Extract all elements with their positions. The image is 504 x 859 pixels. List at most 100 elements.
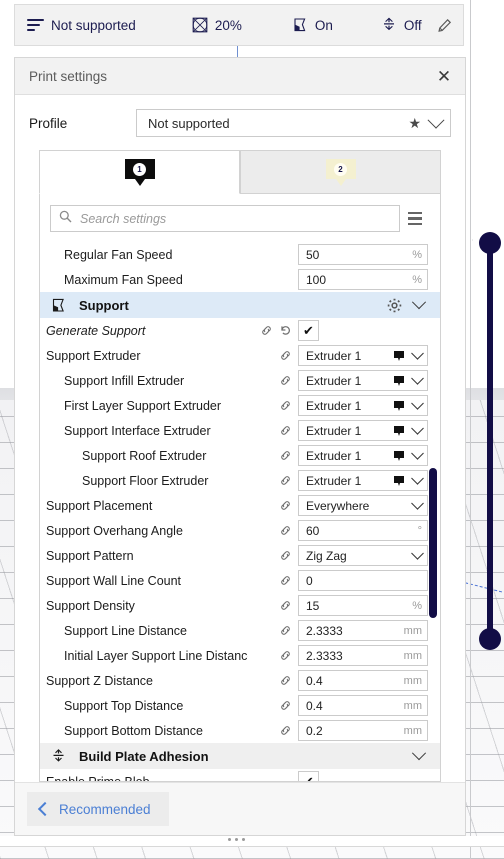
recommended-button[interactable]: Recommended — [27, 792, 169, 826]
setting-input[interactable]: 2.3333 mm — [298, 620, 428, 641]
tab-custom-settings[interactable]: 1 — [39, 150, 240, 194]
setting-dropdown[interactable]: Extruder 1 — [298, 345, 428, 366]
setting-input[interactable]: 2.3333 mm — [298, 645, 428, 666]
chevron-down-icon[interactable] — [411, 746, 427, 761]
recommended-label: Recommended — [59, 801, 151, 817]
link-icon[interactable] — [279, 474, 292, 487]
setting-label: Initial Layer Support Line Distance — [64, 648, 248, 663]
setting-value: 60 — [306, 523, 320, 538]
revert-icon[interactable] — [279, 324, 292, 337]
link-icon[interactable] — [279, 674, 292, 687]
search-box[interactable] — [50, 205, 400, 232]
layer-slider-handle-top[interactable] — [479, 232, 501, 254]
link-icon[interactable] — [279, 524, 292, 537]
link-icon[interactable] — [260, 324, 273, 337]
link-icon[interactable] — [279, 549, 292, 562]
settings-scrollbar[interactable] — [429, 233, 437, 777]
setting-label: Support Z Distance — [46, 673, 153, 688]
setting-dropdown[interactable]: Everywhere — [298, 495, 428, 516]
bottom-rule — [0, 846, 504, 847]
setting-unit: mm — [403, 699, 422, 712]
setting-label: Maximum Fan Speed — [64, 272, 183, 287]
setting-label: Support Placement — [46, 498, 153, 513]
link-icon[interactable] — [279, 724, 292, 737]
link-icon[interactable] — [279, 699, 292, 712]
setting-input[interactable]: 50% — [298, 244, 428, 265]
link-icon[interactable] — [279, 624, 292, 637]
setting-label: Regular Fan Speed — [64, 247, 173, 262]
chevron-down-icon[interactable] — [411, 295, 427, 310]
setting-value: Extruder 1 — [306, 448, 362, 463]
edit-print-settings-button[interactable] — [431, 5, 468, 45]
summary-item-infill[interactable]: 20% — [183, 5, 251, 45]
table-row: Support Bottom Distance 0.2 mm — [40, 718, 440, 743]
profile-select[interactable]: Not supported ★ — [136, 109, 451, 137]
search-input[interactable] — [78, 210, 391, 227]
settings-category-support[interactable]: Support — [40, 292, 440, 318]
settings-category-build-plate-adhesion[interactable]: Build Plate Adhesion — [40, 743, 440, 769]
chevron-down-icon — [411, 347, 424, 360]
setting-label: First Layer Support Extruder — [64, 398, 222, 413]
table-row: Regular Fan Speed 50% — [40, 242, 440, 267]
chevron-down-icon — [411, 372, 424, 385]
layer-slider-handle-bottom[interactable] — [479, 628, 501, 650]
tab-badge-number-2: 2 — [334, 162, 347, 176]
setting-label: Support Infill Extruder — [64, 373, 185, 388]
setting-dropdown[interactable]: Extruder 1 — [298, 420, 428, 441]
link-icon[interactable] — [279, 574, 292, 587]
setting-input[interactable]: 100% — [298, 269, 428, 290]
setting-unit: % — [412, 599, 422, 612]
setting-dropdown[interactable]: Extruder 1 — [298, 395, 428, 416]
setting-dropdown[interactable]: Extruder 1 — [298, 370, 428, 391]
setting-dropdown[interactable]: Zig Zag — [298, 545, 428, 566]
extruder-marker-icon — [393, 425, 405, 437]
setting-input[interactable]: 0.4 mm — [298, 695, 428, 716]
table-row: Support Z Distance 0.4 mm — [40, 668, 440, 693]
setting-dropdown[interactable]: Extruder 1 — [298, 470, 428, 491]
row-icons — [248, 624, 298, 637]
setting-input[interactable]: 15% — [298, 595, 428, 616]
layer-view-slider[interactable] — [479, 232, 501, 650]
setting-checkbox[interactable]: ✔ — [298, 771, 319, 781]
link-icon[interactable] — [279, 349, 292, 362]
row-icons — [248, 424, 298, 437]
search-row — [40, 193, 440, 242]
settings-scrollbar-thumb[interactable] — [429, 468, 437, 618]
layer-slider-track[interactable] — [487, 242, 493, 640]
setting-input[interactable]: 0.4 mm — [298, 670, 428, 691]
tab-secondary-extruder[interactable]: 2 — [240, 150, 441, 194]
setting-input[interactable]: 0 — [298, 570, 428, 591]
setting-unit: mm — [403, 649, 422, 662]
link-icon[interactable] — [279, 649, 292, 662]
link-icon[interactable] — [279, 599, 292, 612]
close-icon[interactable]: ✕ — [433, 65, 455, 87]
setting-input[interactable]: 0.2 mm — [298, 720, 428, 741]
support-icon — [50, 298, 67, 313]
summary-item-support[interactable]: On — [283, 5, 342, 45]
summary-item-adhesion[interactable]: Off — [372, 5, 431, 45]
link-icon[interactable] — [279, 449, 292, 462]
tab-badge-number-1: 1 — [133, 162, 146, 176]
setting-value: 0.4 — [306, 698, 323, 713]
table-row: Support Infill Extruder Extruder 1 — [40, 368, 440, 393]
hamburger-menu-icon[interactable] — [400, 205, 430, 232]
link-icon[interactable] — [279, 424, 292, 437]
link-icon[interactable] — [279, 499, 292, 512]
row-icons — [248, 674, 298, 687]
link-icon[interactable] — [279, 399, 292, 412]
setting-unit: mm — [403, 724, 422, 737]
setting-value: 2.3333 — [306, 623, 343, 638]
dialog-header: Print settings ✕ — [15, 58, 465, 95]
table-row: Support Extruder Extruder 1 — [40, 343, 440, 368]
infill-icon — [192, 17, 208, 33]
setting-dropdown[interactable]: Extruder 1 — [298, 445, 428, 466]
link-icon[interactable] — [279, 374, 292, 387]
print-setup-summary-bar[interactable]: Not supported 20% On Off — [14, 4, 464, 46]
extruder-marker-icon — [393, 475, 405, 487]
setting-input[interactable]: 60 ° — [298, 520, 428, 541]
star-icon[interactable]: ★ — [408, 115, 421, 132]
panel-drag-handle[interactable] — [228, 838, 245, 841]
summary-item-layer-height[interactable]: Not supported — [15, 5, 145, 45]
setting-checkbox[interactable]: ✔ — [298, 320, 319, 341]
gear-icon[interactable] — [387, 298, 402, 313]
